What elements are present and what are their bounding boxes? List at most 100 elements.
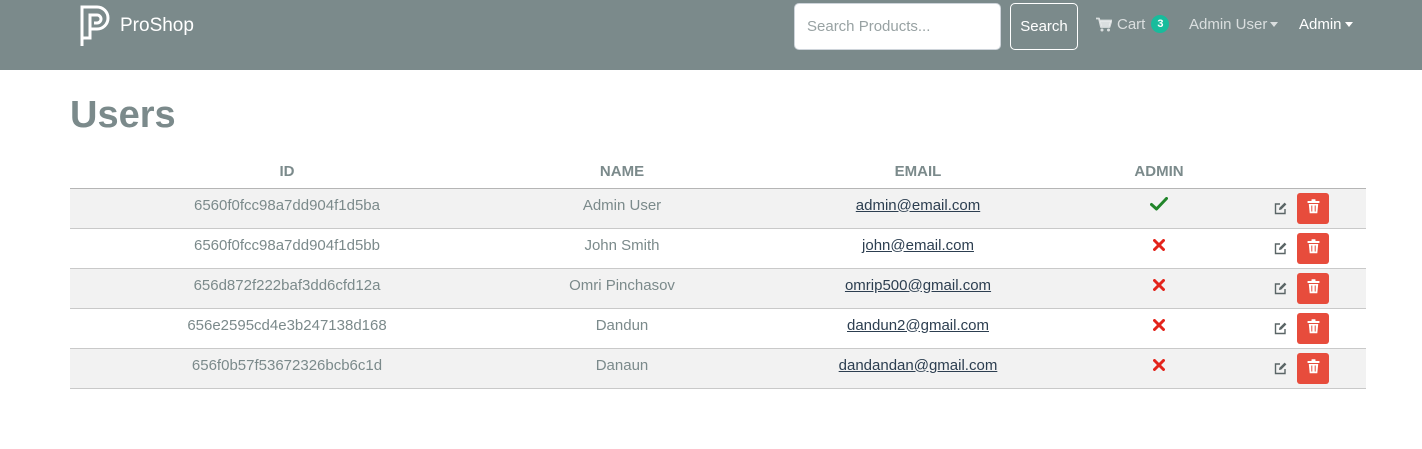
table-row: 656d872f222baf3dd6cfd12a Omri Pinchasov om… [70, 268, 1366, 309]
user-id: 6560f0fcc98a7dd904f1d5bb [193, 236, 380, 254]
user-id-cell: 6560f0fcc98a7dd904f1d5bb [70, 228, 504, 269]
chevron-down-icon [1270, 21, 1279, 27]
delete-user-button[interactable] [1297, 312, 1329, 344]
column-header-admin: ADMIN [1096, 156, 1222, 189]
actions-cell [1222, 188, 1366, 229]
user-name: Omri Pinchasov [569, 276, 675, 294]
column-header-id: ID [70, 156, 504, 189]
actions-cell [1222, 308, 1366, 349]
row-actions [1222, 191, 1366, 225]
user-email-link[interactable]: john@email.com [862, 237, 974, 254]
user-email-cell: dandun2@gmail.com [740, 308, 1096, 349]
user-name: Admin User [582, 196, 662, 214]
user-email-cell: dandandan@gmail.com [740, 348, 1096, 389]
user-id: 656f0b57f53672326bcb6c1d [191, 356, 383, 374]
user-email-link[interactable]: dandandan@gmail.com [839, 357, 998, 374]
user-id: 656d872f222baf3dd6cfd12a [193, 276, 381, 294]
admin-menu-label: Admin [1299, 15, 1342, 33]
delete-user-button[interactable] [1297, 352, 1329, 384]
edit-icon [1274, 322, 1287, 338]
page-title: Users [70, 94, 176, 136]
edit-icon [1274, 202, 1287, 218]
column-header-actions [1222, 156, 1366, 189]
column-header-email: EMAIL [740, 156, 1096, 189]
user-id-cell: 656e2595cd4e3b247138d168 [70, 308, 504, 349]
user-email-wrapper: dandun2@gmail.com [847, 317, 989, 334]
user-id-cell: 656f0b57f53672326bcb6c1d [70, 348, 504, 389]
user-name: Danaun [595, 356, 649, 374]
user-email-link[interactable]: dandun2@gmail.com [847, 317, 989, 334]
user-email-wrapper: admin@email.com [856, 197, 980, 214]
admin-menu-dropdown[interactable]: Admin [1299, 14, 1353, 34]
user-email-link[interactable]: admin@email.com [856, 197, 980, 214]
user-name-cell: Dandun [504, 308, 740, 349]
edit-user-button[interactable] [1265, 275, 1295, 305]
user-email-cell: omrip500@gmail.com [740, 268, 1096, 309]
user-id: 656e2595cd4e3b247138d168 [187, 316, 387, 334]
edit-user-button[interactable] [1265, 195, 1295, 225]
edit-user-button[interactable] [1265, 235, 1295, 265]
user-email-wrapper: john@email.com [862, 237, 974, 254]
user-name-cell: Admin User [504, 188, 740, 229]
user-id-cell: 6560f0fcc98a7dd904f1d5ba [70, 188, 504, 229]
cart-count-badge: 3 [1151, 15, 1170, 33]
row-actions [1222, 351, 1366, 385]
admin-status-cell [1096, 228, 1222, 269]
table-row: 6560f0fcc98a7dd904f1d5bb John Smith john@e… [70, 228, 1366, 269]
admin-status-cell [1096, 268, 1222, 309]
edit-user-button[interactable] [1265, 355, 1295, 385]
chevron-down-icon [1344, 21, 1353, 27]
search-input[interactable] [794, 3, 1001, 50]
cart-link[interactable]: Cart 3 [1096, 14, 1170, 34]
actions-cell [1222, 228, 1366, 269]
x-icon [1153, 358, 1165, 371]
user-email-cell: john@email.com [740, 228, 1096, 269]
admin-status-cell [1096, 188, 1222, 229]
logo-p-icon [80, 5, 110, 47]
table-header-row: ID NAME EMAIL ADMIN [70, 156, 1366, 189]
edit-icon [1274, 282, 1287, 298]
row-actions [1222, 311, 1366, 345]
row-actions [1222, 231, 1366, 265]
actions-cell [1222, 348, 1366, 389]
users-table: ID NAME EMAIL ADMIN 6560f0fcc98a7dd904f1… [70, 156, 1366, 389]
delete-user-button[interactable] [1297, 192, 1329, 224]
table-row: 656f0b57f53672326bcb6c1d Danaun dandandan@… [70, 348, 1366, 389]
admin-status-cell [1096, 348, 1222, 389]
cart-label: Cart [1117, 15, 1146, 33]
brand-name: ProShop [120, 15, 194, 36]
user-name-cell: Danaun [504, 348, 740, 389]
user-email-wrapper: dandandan@gmail.com [839, 357, 998, 374]
user-name-cell: John Smith [504, 228, 740, 269]
trash-icon [1307, 199, 1320, 217]
user-name: Dandun [595, 316, 649, 334]
user-menu-dropdown[interactable]: Admin User [1189, 14, 1279, 34]
delete-user-button[interactable] [1297, 272, 1329, 304]
delete-user-button[interactable] [1297, 232, 1329, 264]
trash-icon [1307, 239, 1320, 257]
x-icon [1153, 238, 1165, 251]
column-header-name: NAME [504, 156, 740, 189]
user-id: 6560f0fcc98a7dd904f1d5ba [193, 196, 380, 214]
table-row: 6560f0fcc98a7dd904f1d5ba Admin User admin@… [70, 188, 1366, 229]
edit-icon [1274, 242, 1287, 258]
trash-icon [1307, 319, 1320, 337]
edit-icon [1274, 362, 1287, 378]
search-button[interactable]: Search [1010, 3, 1078, 50]
user-menu-label: Admin User [1189, 15, 1268, 33]
user-email-cell: admin@email.com [740, 188, 1096, 229]
trash-icon [1307, 279, 1320, 297]
user-name: John Smith [584, 236, 660, 254]
admin-status-cell [1096, 308, 1222, 349]
user-email-wrapper: omrip500@gmail.com [845, 277, 991, 294]
trash-icon [1307, 359, 1320, 377]
row-actions [1222, 271, 1366, 305]
edit-user-button[interactable] [1265, 315, 1295, 345]
check-icon [1150, 197, 1168, 211]
brand-link[interactable]: ProShop [80, 4, 194, 48]
user-email-link[interactable]: omrip500@gmail.com [845, 277, 991, 294]
navbar: ProShop Search Cart 3 Admin User Admin [0, 0, 1422, 70]
user-name-cell: Omri Pinchasov [504, 268, 740, 309]
shopping-cart-icon [1096, 17, 1112, 32]
user-id-cell: 656d872f222baf3dd6cfd12a [70, 268, 504, 309]
